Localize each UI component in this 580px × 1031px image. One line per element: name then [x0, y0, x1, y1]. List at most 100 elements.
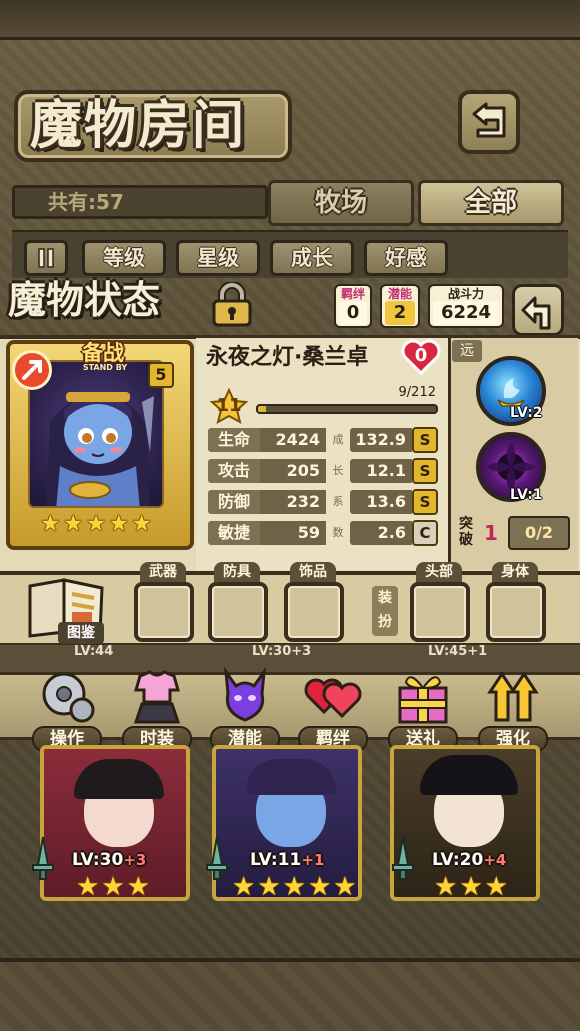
star-icon: ★	[62, 511, 84, 537]
card-plus: +3	[123, 851, 147, 869]
peek-level: LV:30+3	[252, 644, 312, 659]
arrow-type-icon	[22, 360, 42, 380]
star-icon: ★	[307, 872, 332, 902]
card-level-value: LV:11	[250, 850, 302, 870]
slot-label: 头部	[416, 562, 462, 582]
weapon-slot[interactable]	[134, 582, 194, 642]
exp-fill	[258, 406, 266, 412]
back-button[interactable]	[458, 90, 520, 154]
star-icon: ★	[333, 872, 357, 902]
stat-value: 232	[260, 490, 326, 514]
tab-all[interactable]: 全部	[418, 180, 564, 226]
tab-ranch[interactable]: 牧场	[268, 180, 414, 226]
hair-shape	[420, 755, 518, 795]
grade-badge: C	[412, 520, 438, 546]
potential-value: 2	[385, 301, 415, 325]
star-icon: ★	[232, 872, 256, 902]
potential-label: 潜能	[387, 287, 412, 301]
card-level-value: LV:20	[432, 850, 484, 870]
growth-value: 13.6	[350, 490, 412, 514]
star-icon: ★	[484, 872, 508, 902]
card-stars: ★ ★ ★ ★ ★	[232, 872, 357, 902]
standby-sub-label: STAND BY	[82, 363, 128, 372]
growth-char: 数	[332, 526, 344, 539]
accessory-slot[interactable]	[284, 582, 344, 642]
page-title: 魔物房间	[30, 95, 247, 156]
breakthrough-progress[interactable]: 0/2	[508, 516, 570, 550]
sort-star-button[interactable]: 星级	[176, 240, 260, 276]
head-slot[interactable]	[410, 582, 470, 642]
hearts-icon	[304, 678, 362, 719]
stat-label: 防御	[208, 490, 260, 514]
star-icon: ★	[85, 511, 107, 537]
grade-badge: S	[412, 489, 438, 515]
upgrade-arrows-icon	[487, 671, 539, 722]
star-icon: ★	[257, 872, 281, 902]
sort-level-button[interactable]: 等级	[82, 240, 166, 276]
sort-growth-button[interactable]: 成长	[270, 240, 354, 276]
stat-row-defense: 防御 232 系 13.6 S	[208, 489, 440, 516]
monster-name: 永夜之灯·桑兰卓	[206, 345, 369, 370]
growth-value: 132.9	[350, 428, 412, 452]
breakthrough-count: 1	[484, 521, 498, 545]
body-slot[interactable]	[486, 582, 546, 642]
action-bond[interactable]: 羁绊	[298, 666, 368, 752]
action-potential[interactable]: 潜能	[210, 666, 280, 752]
card-plus: +1	[301, 851, 325, 869]
star-icon: ★	[108, 511, 130, 537]
sword-icon	[392, 836, 414, 880]
bond-label: 羁绊	[340, 287, 365, 301]
star-icon: ★	[434, 872, 458, 902]
stat-row-hp: 生命 2424 成 132.9 S	[208, 427, 440, 454]
sword-icon	[32, 836, 54, 880]
sort-affection-button[interactable]: 好感	[364, 240, 448, 276]
action-gift[interactable]: 送礼	[388, 666, 458, 752]
encyclopedia-label[interactable]: 图鉴	[58, 622, 104, 644]
status-title: 魔物状态	[8, 277, 161, 322]
stat-row-attack: 攻击 205 长 12.1 S	[208, 458, 440, 485]
stat-value: 59	[260, 521, 326, 545]
armor-slot[interactable]	[208, 582, 268, 642]
monster-room-screen: 魔物房间 共有:57 牧场 全部 等级 星级 成长 好感 魔物状态 羁绊 0 潜…	[0, 0, 580, 1031]
skill-level: LV:2	[510, 405, 543, 421]
lock-icon[interactable]	[208, 282, 256, 328]
sword-icon	[206, 836, 228, 880]
hair-shape	[246, 759, 336, 795]
demon-icon	[224, 666, 266, 722]
monster-count: 共有:57	[48, 190, 124, 214]
bottom-frame	[0, 958, 580, 1031]
slot-label: 防具	[214, 562, 260, 582]
stat-label: 攻击	[208, 459, 260, 483]
bond-value: 0	[339, 301, 367, 325]
growth-char: 系	[332, 495, 344, 508]
gear-icon	[42, 672, 95, 723]
card-stars: ★ ★ ★	[434, 872, 508, 902]
stat-row-agility: 敏捷 59 数 2.6 C	[208, 520, 440, 547]
hair-shape	[74, 759, 164, 799]
pause-sort-button[interactable]	[24, 240, 68, 276]
dress-label: 装扮	[372, 586, 398, 636]
stat-value: 2424	[260, 428, 326, 452]
grade-badge: S	[412, 458, 438, 484]
action-costume[interactable]: 时装	[122, 666, 192, 752]
card-level: LV:20+4	[432, 848, 506, 872]
card-stars: ★ ★ ★	[76, 872, 150, 902]
peek-level: LV:45+1	[428, 644, 488, 659]
breakthrough-label: 突破	[459, 516, 473, 548]
potential-badge: 潜能 2	[380, 284, 420, 328]
power-badge: 战斗力 6224	[428, 284, 504, 328]
action-enhance[interactable]: 强化	[478, 666, 548, 752]
growth-char: 长	[332, 464, 344, 477]
action-operate[interactable]: 操作	[32, 666, 102, 752]
exp-bar	[256, 404, 438, 414]
card-level-value: LV:30	[72, 850, 124, 870]
growth-value: 12.1	[350, 459, 412, 483]
monster-level: 11	[216, 395, 242, 416]
power-label: 战斗力	[447, 287, 484, 301]
slot-label: 饰品	[290, 562, 336, 582]
outfit-icon	[133, 670, 181, 724]
stat-label: 生命	[208, 428, 260, 452]
stat-value: 205	[260, 459, 326, 483]
star-icon: ★	[40, 511, 61, 537]
status-back-button[interactable]	[512, 284, 564, 336]
